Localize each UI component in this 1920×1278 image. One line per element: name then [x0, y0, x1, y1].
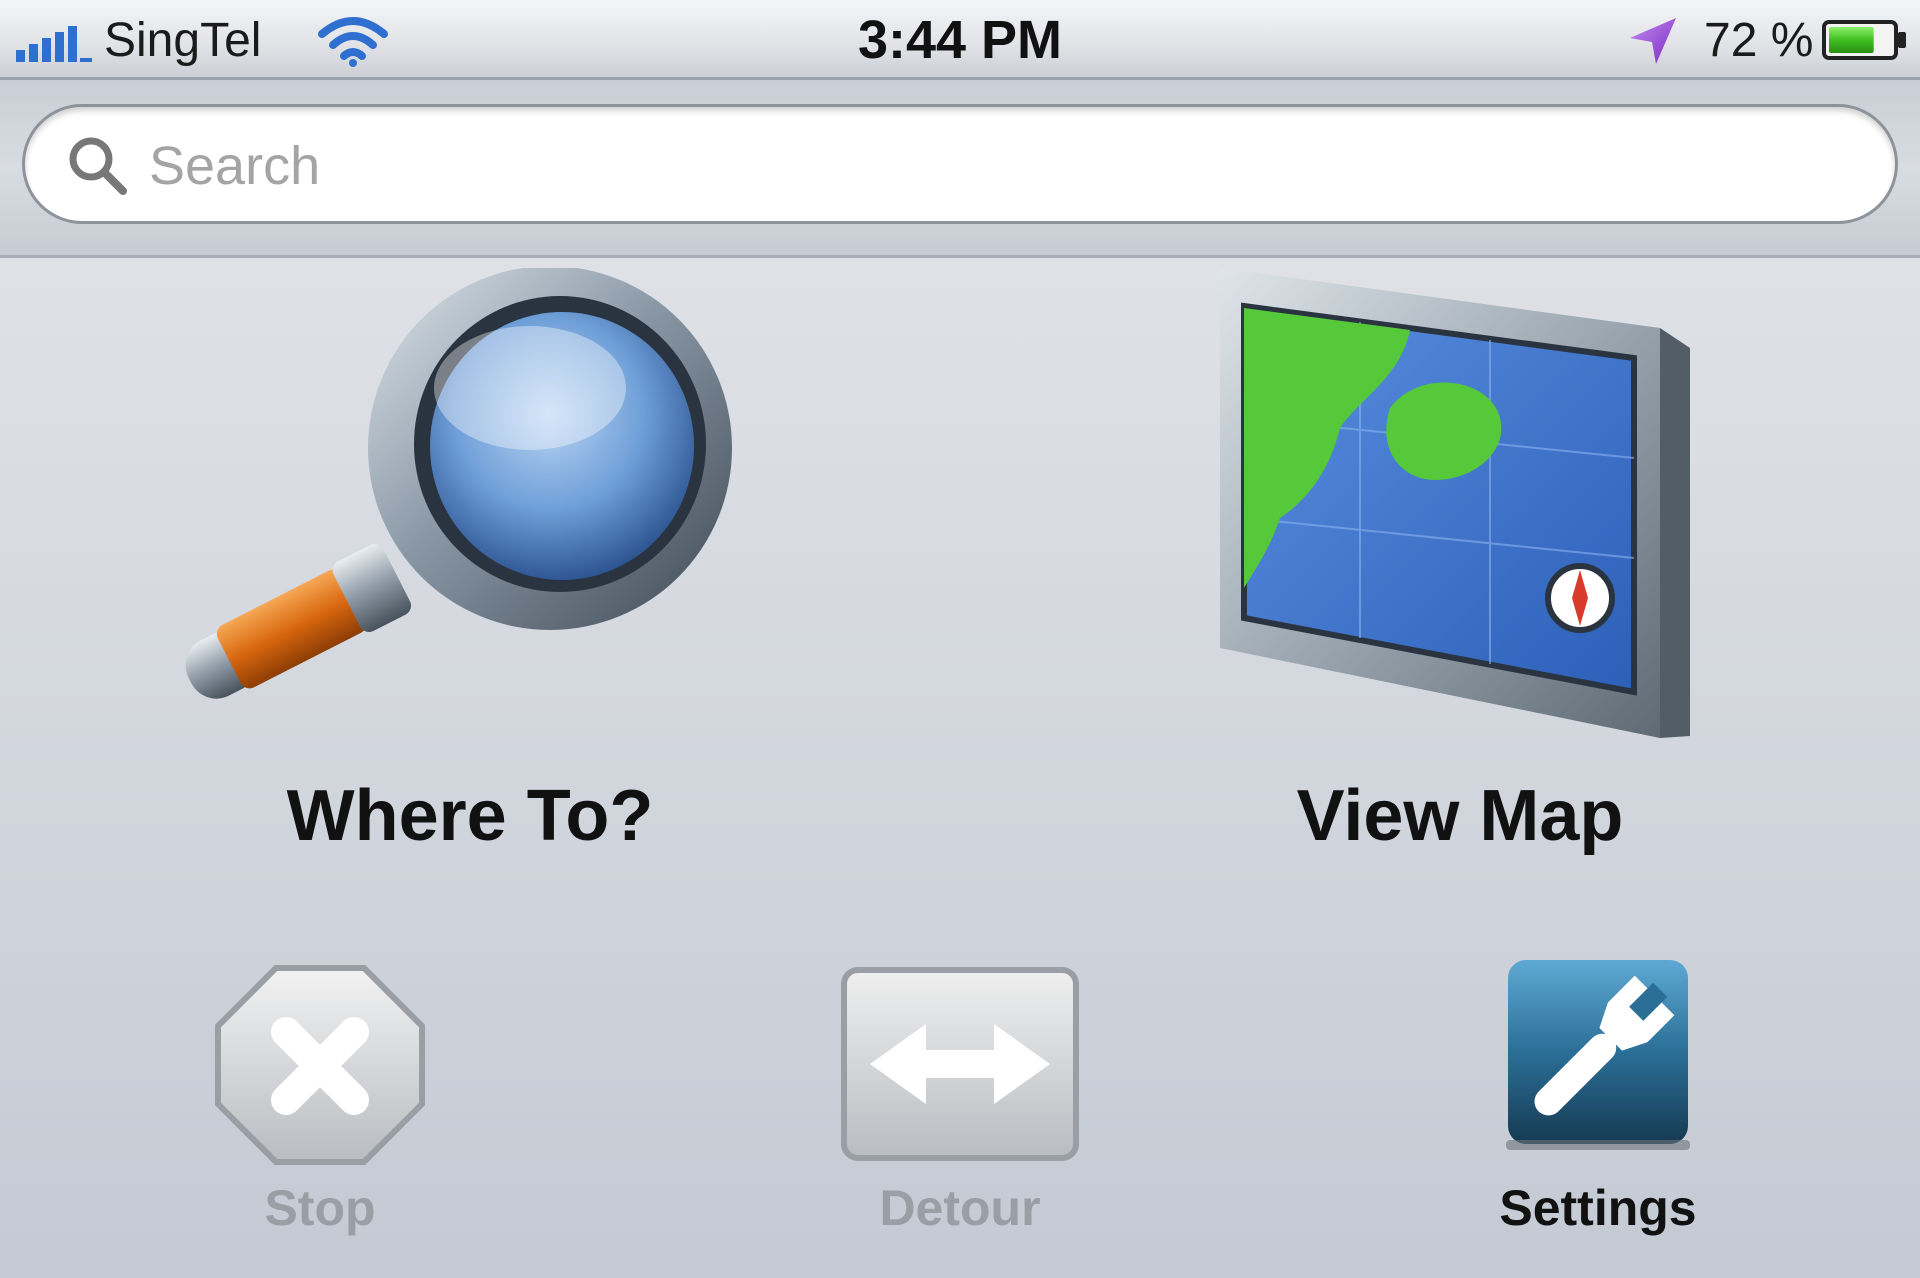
stop-label: Stop — [264, 1180, 376, 1236]
map-screen-icon — [1220, 268, 1690, 738]
stop-button[interactable]: Stop — [190, 958, 450, 1258]
search-field[interactable] — [22, 104, 1898, 224]
settings-button[interactable]: Settings — [1468, 958, 1728, 1258]
view-map-label: View Map — [1296, 776, 1624, 856]
detour-label: Detour — [879, 1180, 1041, 1236]
search-bar — [0, 80, 1920, 258]
settings-label: Settings — [1499, 1180, 1697, 1236]
search-input[interactable] — [147, 127, 1851, 205]
battery-icon — [1822, 20, 1906, 60]
where-to-button[interactable]: Where To? — [150, 268, 790, 868]
detour-arrows-icon — [841, 967, 1079, 1161]
where-to-label: Where To? — [286, 776, 654, 856]
status-bar: SingTel 3:44 PM 72 % — [0, 0, 1920, 80]
location-arrow-icon — [1630, 18, 1676, 64]
detour-button[interactable]: Detour — [830, 958, 1090, 1258]
wrench-icon — [1506, 960, 1690, 1150]
view-map-button[interactable]: View Map — [1160, 268, 1760, 868]
magnifying-glass-icon — [185, 268, 732, 699]
search-icon — [69, 137, 127, 195]
stop-octagon-icon — [215, 965, 425, 1165]
battery-percent: 72 % — [1704, 14, 1814, 67]
